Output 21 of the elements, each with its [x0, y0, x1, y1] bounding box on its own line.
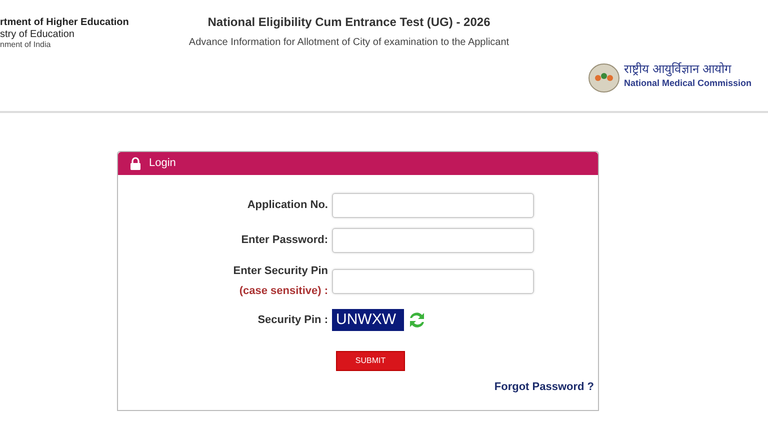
emblem-icon: [588, 63, 620, 93]
commission-text: National Medical Commission: [624, 77, 752, 90]
case-sensitive-note: (case sensitive) :: [239, 284, 328, 298]
submit-button[interactable]: SUBMIT: [336, 351, 405, 371]
page-subtitle: Advance Information for Allotment of City of examination to the Applicant: [188, 36, 510, 50]
commission-hindi-text: राष्ट्रीय आयुर्विज्ञान आयोग: [624, 62, 733, 77]
security-pin-label: Security Pin :: [258, 312, 328, 328]
input-field[interactable]: [332, 228, 534, 253]
input-field[interactable]: [332, 268, 534, 294]
page-title: National Eligibility Cum Entrance Test (UG) - 2026: [208, 14, 490, 31]
field-label: Enter Password:: [241, 233, 328, 248]
ministry-text: rtment of Higher Education: [0, 17, 129, 29]
forgot-password-link[interactable]: Forgot Password ?: [494, 379, 594, 396]
field-label: Application No.: [247, 198, 328, 214]
captcha-text: UNWXW: [332, 309, 404, 331]
lock-icon: [130, 157, 141, 170]
field-label: Enter Security Pin: [233, 264, 328, 279]
ministry-text: nment of India: [0, 40, 51, 50]
login-title: Login: [149, 156, 176, 172]
ministry-text: stry of Education: [0, 29, 74, 40]
input-field[interactable]: [332, 193, 534, 218]
